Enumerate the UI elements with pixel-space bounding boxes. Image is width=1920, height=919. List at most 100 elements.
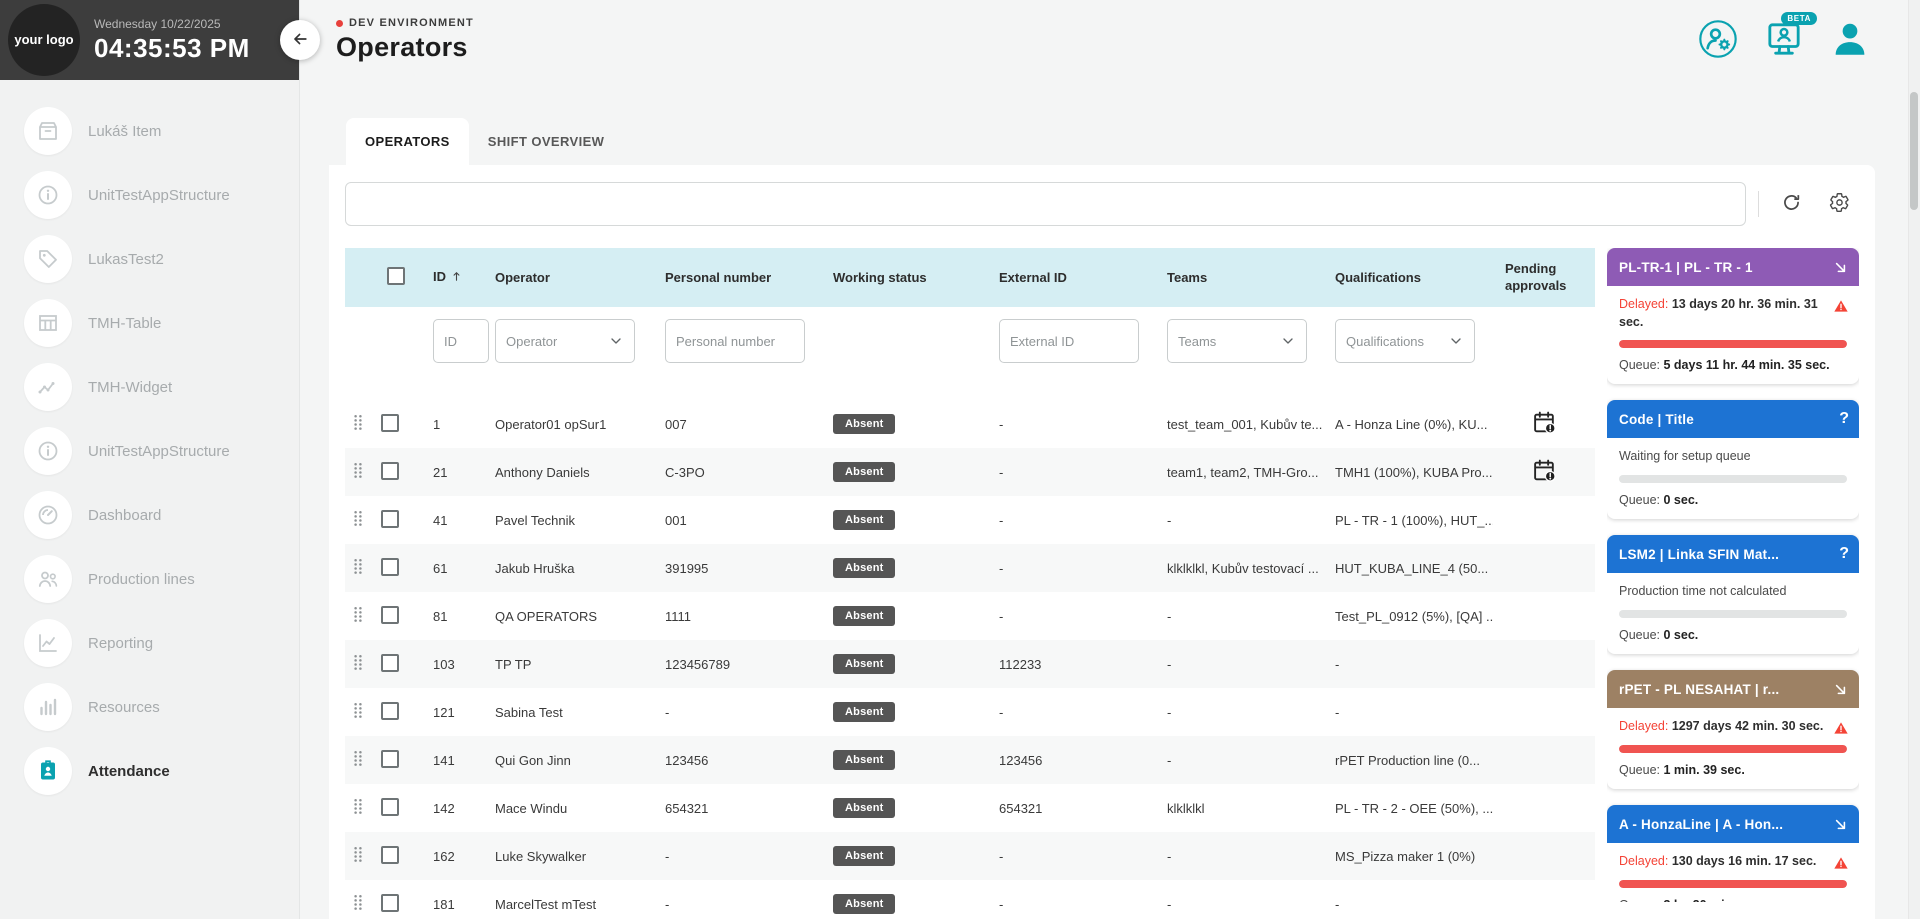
table-row[interactable]: 21Anthony DanielsC-3POAbsent-team1, team… bbox=[345, 448, 1595, 496]
sidebar-item-label: Resources bbox=[88, 699, 160, 716]
question-icon[interactable]: ? bbox=[1839, 545, 1849, 563]
sidebar-item-lukastest2[interactable]: LukasTest2 bbox=[24, 235, 299, 283]
table-row[interactable]: 41Pavel Technik001Absent--PL - TR - 1 (1… bbox=[345, 496, 1595, 544]
drag-handle-icon[interactable] bbox=[353, 558, 363, 575]
table-row[interactable]: 81QA OPERATORS1111Absent--Test_PL_0912 (… bbox=[345, 592, 1595, 640]
sidebar-item-attendance[interactable]: Attendance bbox=[24, 747, 299, 795]
column-header-working-status[interactable]: Working status bbox=[821, 248, 987, 307]
question-icon[interactable]: ? bbox=[1839, 410, 1849, 428]
toolbar-divider bbox=[1758, 191, 1759, 217]
filter-personal-number-input[interactable] bbox=[665, 319, 805, 363]
kiosk-button[interactable]: BETA bbox=[1761, 17, 1807, 63]
filter-id-input[interactable] bbox=[433, 319, 489, 363]
production-line-card[interactable]: LSM2 | Linka SFIN Mat...?Production time… bbox=[1607, 535, 1859, 654]
production-line-card[interactable]: rPET - PL NESAHAT | r...Delayed: 1297 da… bbox=[1607, 670, 1859, 789]
drag-handle-icon[interactable] bbox=[353, 654, 363, 671]
sidebar-item-tmh-widget[interactable]: TMH-Widget bbox=[24, 363, 299, 411]
filter-qualifications-select[interactable]: Qualifications bbox=[1335, 319, 1475, 363]
cell-operator: Mace Windu bbox=[483, 784, 653, 832]
operators-admin-button[interactable] bbox=[1695, 17, 1741, 63]
row-checkbox[interactable] bbox=[381, 558, 399, 576]
cell-working-status: Absent bbox=[821, 400, 987, 448]
table-row[interactable]: 181MarcelTest mTest-Absent--- bbox=[345, 880, 1595, 919]
cell-pending-approvals bbox=[1493, 544, 1595, 592]
search-input[interactable] bbox=[345, 182, 1746, 226]
row-checkbox[interactable] bbox=[381, 702, 399, 720]
table-row[interactable]: 121Sabina Test-Absent--- bbox=[345, 688, 1595, 736]
sidebar-item-resources[interactable]: Resources bbox=[24, 683, 299, 731]
sidebar-item-dashboard[interactable]: Dashboard bbox=[24, 491, 299, 539]
card-title: A - HonzaLine | A - Hon... bbox=[1619, 817, 1783, 832]
sidebar-item-reporting[interactable]: Reporting bbox=[24, 619, 299, 667]
table-settings-button[interactable] bbox=[1819, 184, 1859, 224]
row-checkbox[interactable] bbox=[381, 414, 399, 432]
calendar-alert-icon[interactable] bbox=[1532, 410, 1557, 435]
sort-asc-icon bbox=[450, 270, 463, 286]
drag-handle-icon[interactable] bbox=[353, 798, 363, 815]
sidebar-item-tmh-table[interactable]: TMH-Table bbox=[24, 299, 299, 347]
table-row[interactable]: 142Mace Windu654321Absent654321klklklklP… bbox=[345, 784, 1595, 832]
table-row[interactable]: 103TP TP123456789Absent112233-- bbox=[345, 640, 1595, 688]
card-status-text: Production time not calculated bbox=[1619, 582, 1847, 601]
arrow-down-right-icon[interactable] bbox=[1832, 259, 1849, 276]
drag-handle-icon[interactable] bbox=[353, 750, 363, 767]
gear-icon bbox=[1829, 192, 1850, 216]
table-row[interactable]: 1Operator01 opSur1007Absent-test_team_00… bbox=[345, 400, 1595, 448]
production-line-card[interactable]: A - HonzaLine | A - Hon...Delayed: 130 d… bbox=[1607, 805, 1859, 902]
drag-handle-icon[interactable] bbox=[353, 510, 363, 527]
row-checkbox[interactable] bbox=[381, 750, 399, 768]
row-checkbox[interactable] bbox=[381, 654, 399, 672]
calendar-alert-icon[interactable] bbox=[1532, 458, 1557, 483]
column-header-id[interactable]: ID bbox=[421, 248, 483, 307]
cell-personal-number: - bbox=[653, 832, 821, 880]
column-header-pending-approvals[interactable]: Pending approvals bbox=[1493, 248, 1595, 307]
column-header-teams[interactable]: Teams bbox=[1155, 248, 1323, 307]
row-checkbox[interactable] bbox=[381, 846, 399, 864]
drag-handle-icon[interactable] bbox=[353, 894, 363, 911]
drag-handle-icon[interactable] bbox=[353, 846, 363, 863]
table-row[interactable]: 162Luke Skywalker-Absent--MS_Pizza maker… bbox=[345, 832, 1595, 880]
row-checkbox[interactable] bbox=[381, 462, 399, 480]
sidebar-item-unittestappstructure[interactable]: UnitTestAppStructure bbox=[24, 427, 299, 475]
drag-handle-icon[interactable] bbox=[353, 462, 363, 479]
tab-operators[interactable]: OPERATORS bbox=[346, 118, 469, 165]
cell-qualifications: Test_PL_0912 (5%), [QA] ... bbox=[1323, 592, 1493, 640]
scrollbar-thumb[interactable] bbox=[1910, 92, 1918, 210]
filter-external-id-input[interactable] bbox=[999, 319, 1139, 363]
table-row[interactable]: 61Jakub Hruška391995Absent-klklklkl, Kub… bbox=[345, 544, 1595, 592]
sidebar-collapse-button[interactable] bbox=[280, 20, 320, 60]
select-all-checkbox[interactable] bbox=[387, 267, 405, 285]
row-checkbox[interactable] bbox=[381, 606, 399, 624]
arrow-left-icon bbox=[290, 29, 310, 52]
card-status-text: Waiting for setup queue bbox=[1619, 447, 1847, 466]
row-checkbox[interactable] bbox=[381, 798, 399, 816]
production-line-card[interactable]: Code | Title?Waiting for setup queueQueu… bbox=[1607, 400, 1859, 519]
arrow-down-right-icon[interactable] bbox=[1832, 681, 1849, 698]
column-header-personal-number[interactable]: Personal number bbox=[653, 248, 821, 307]
refresh-button[interactable] bbox=[1771, 184, 1811, 224]
filter-teams-select[interactable]: Teams bbox=[1167, 319, 1307, 363]
column-header-operator[interactable]: Operator bbox=[483, 248, 653, 307]
drag-handle-icon[interactable] bbox=[353, 414, 363, 431]
column-header-external-id[interactable]: External ID bbox=[987, 248, 1155, 307]
filter-operator-select[interactable]: Operator bbox=[495, 319, 635, 363]
drag-handle-icon[interactable] bbox=[353, 606, 363, 623]
cell-working-status: Absent bbox=[821, 448, 987, 496]
sidebar-item-unittestappstructure[interactable]: UnitTestAppStructure bbox=[24, 171, 299, 219]
cell-pending-approvals bbox=[1493, 688, 1595, 736]
profile-button[interactable] bbox=[1827, 17, 1873, 63]
arrow-down-right-icon[interactable] bbox=[1832, 816, 1849, 833]
drag-handle-icon[interactable] bbox=[353, 702, 363, 719]
tab-shift-overview[interactable]: SHIFT OVERVIEW bbox=[469, 118, 624, 165]
page-scrollbar[interactable] bbox=[1908, 0, 1920, 919]
table-row[interactable]: 141Qui Gon Jinn123456Absent123456-rPET P… bbox=[345, 736, 1595, 784]
environment-dot-icon bbox=[336, 20, 343, 27]
column-header-qualifications[interactable]: Qualifications bbox=[1323, 248, 1493, 307]
sidebar-item-luk-item[interactable]: Lukáš Item bbox=[24, 107, 299, 155]
card-queue: Queue: 3 hr. 20 min. bbox=[1619, 898, 1847, 902]
row-checkbox[interactable] bbox=[381, 894, 399, 912]
cell-id: 41 bbox=[421, 496, 483, 544]
sidebar-item-production-lines[interactable]: Production lines bbox=[24, 555, 299, 603]
production-line-card[interactable]: PL-TR-1 | PL - TR - 1Delayed: 13 days 20… bbox=[1607, 248, 1859, 384]
row-checkbox[interactable] bbox=[381, 510, 399, 528]
